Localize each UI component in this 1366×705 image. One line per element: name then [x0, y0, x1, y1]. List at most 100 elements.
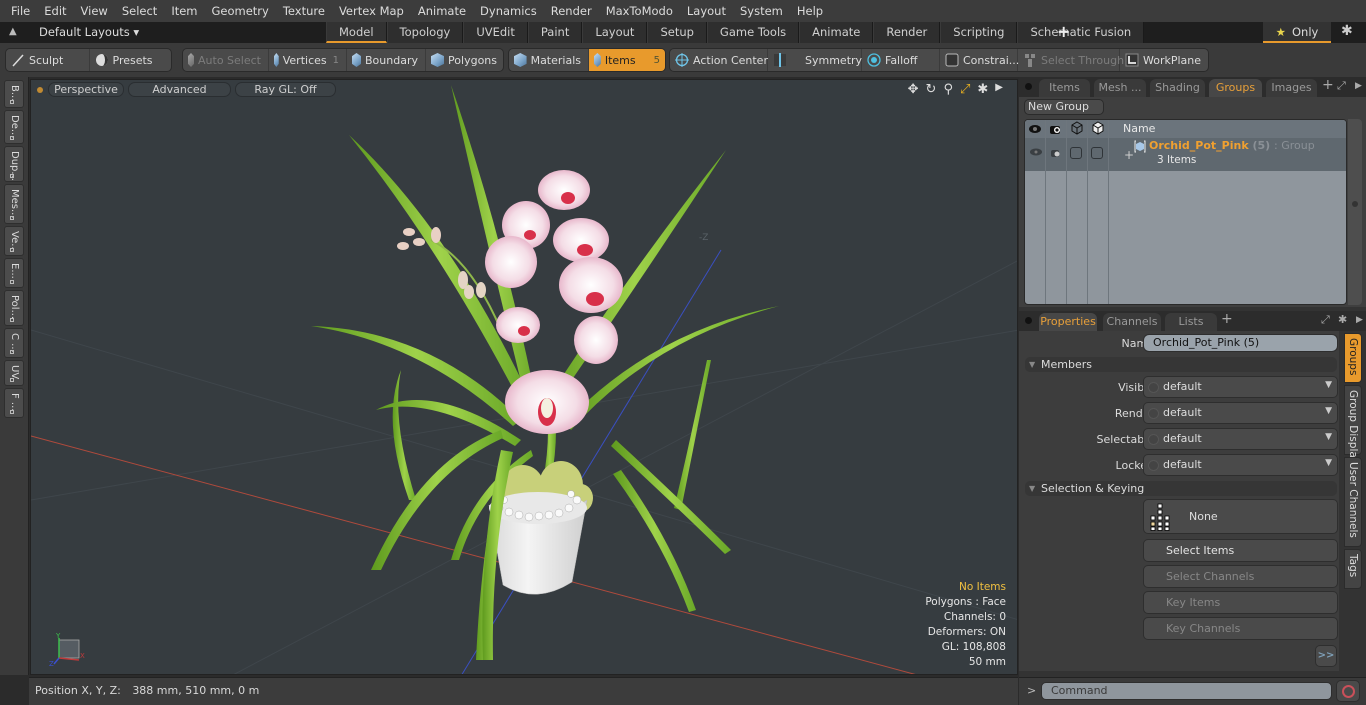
sculpt-button[interactable]: Sculpt	[6, 49, 90, 71]
side-tab-user-channels[interactable]: User Channels	[1344, 457, 1362, 547]
menu-texture[interactable]: Texture	[276, 0, 332, 22]
menu-help[interactable]: Help	[790, 0, 830, 22]
items-button[interactable]: Items 5	[589, 49, 665, 71]
row-render-camera-icon[interactable]	[1050, 147, 1062, 159]
row-selectable-checkbox[interactable]	[1070, 147, 1082, 159]
rotate-icon[interactable]: ↻	[926, 82, 937, 97]
left-tab-mesh-edit[interactable]: Mes...	[4, 184, 24, 224]
side-tab-groups[interactable]: Groups	[1344, 333, 1362, 383]
add-layout-tab-button[interactable]: +	[1057, 22, 1070, 42]
boundary-button[interactable]: Boundary	[347, 49, 426, 71]
left-tab-polygon[interactable]: Pol...	[4, 290, 24, 326]
falloff-button[interactable]: Falloff	[862, 49, 940, 71]
menu-system[interactable]: System	[733, 0, 790, 22]
action-center-button[interactable]: Action Center	[670, 49, 768, 71]
left-tab-deform[interactable]: De...	[4, 110, 24, 144]
row-locked-checkbox[interactable]	[1091, 147, 1103, 159]
visibility-eye-icon[interactable]	[1025, 121, 1045, 137]
menu-animate[interactable]: Animate	[411, 0, 473, 22]
left-tab-edge[interactable]: E...	[4, 258, 24, 288]
tab-groups[interactable]: Groups	[1209, 79, 1262, 97]
select-channels-button[interactable]: Select Channels	[1143, 565, 1338, 588]
more-options-button[interactable]: >>	[1315, 645, 1337, 667]
tab-topology[interactable]: Topology	[386, 22, 464, 43]
symmetry-button[interactable]: Symmetry	[768, 49, 862, 71]
tab-uvedit[interactable]: UVEdit	[463, 22, 528, 43]
workplane-button[interactable]: WorkPlane	[1120, 49, 1208, 71]
tab-game-tools[interactable]: Game Tools	[706, 22, 800, 43]
viewport-settings-gear-icon[interactable]: ✱	[977, 82, 988, 97]
vertices-button[interactable]: Vertices 1	[269, 49, 347, 71]
viewport-more-arrow-icon[interactable]: ▶	[995, 82, 1003, 97]
none-hierarchy-button[interactable]: None	[1143, 499, 1338, 534]
default-layouts-dropdown[interactable]: Default Layouts ▾	[39, 22, 139, 43]
column-header-name[interactable]: Name	[1123, 122, 1155, 135]
menu-edit[interactable]: Edit	[37, 0, 73, 22]
tab-lists[interactable]: Lists	[1165, 313, 1217, 331]
tab-animate[interactable]: Animate	[799, 22, 874, 43]
constraints-button[interactable]: Constrai...	[940, 49, 1019, 71]
tab-render[interactable]: Render	[873, 22, 941, 43]
locked-cube-icon[interactable]	[1088, 121, 1108, 137]
add-panel-tab-button[interactable]: +	[1322, 77, 1334, 93]
tab-mesh[interactable]: Mesh ...	[1094, 79, 1146, 97]
view-mode-dropdown[interactable]: Perspective	[48, 82, 124, 97]
record-macro-button[interactable]	[1336, 680, 1360, 702]
properties-gear-icon[interactable]: ✱	[1338, 313, 1347, 326]
left-tab-curve[interactable]: C ...	[4, 328, 24, 358]
expand-group-icon[interactable]: +	[1124, 148, 1134, 162]
tab-paint[interactable]: Paint	[527, 22, 583, 43]
group-name[interactable]: Orchid_Pot_Pink (5) : Group	[1149, 139, 1315, 152]
tab-shading[interactable]: Shading	[1150, 79, 1205, 97]
render-camera-icon[interactable]	[1046, 121, 1066, 137]
key-channels-button[interactable]: Key Channels	[1143, 617, 1338, 640]
side-tab-group-display[interactable]: Group Display	[1344, 385, 1362, 464]
properties-options-dot[interactable]	[1025, 317, 1032, 324]
left-tab-vertex[interactable]: Ve...	[4, 226, 24, 256]
expand-panel-icon[interactable]: ⤢	[1337, 79, 1346, 93]
maximize-viewport-icon[interactable]: ⤢	[960, 82, 970, 97]
new-group-button[interactable]: New Group	[1024, 99, 1104, 115]
locked-dropdown[interactable]: default ▼	[1143, 454, 1338, 476]
tab-schematic-fusion[interactable]: Schematic Fusion	[1017, 22, 1145, 43]
tab-layout[interactable]: Layout	[582, 22, 648, 43]
left-tab-basic[interactable]: B...	[4, 80, 24, 108]
auto-select-button[interactable]: Auto Select	[183, 49, 269, 71]
selection-keying-section-header[interactable]: Selection & Keying	[1025, 481, 1337, 496]
visible-dropdown[interactable]: default ▼	[1143, 376, 1338, 398]
panel-more-arrow-icon[interactable]: ▶	[1355, 81, 1362, 91]
menu-select[interactable]: Select	[115, 0, 164, 22]
menu-view[interactable]: View	[74, 0, 115, 22]
left-tab-uv[interactable]: UV	[4, 360, 24, 386]
presets-button[interactable]: Presets	[90, 49, 172, 71]
tab-setup[interactable]: Setup	[647, 22, 707, 43]
polygons-button[interactable]: Polygons	[426, 49, 503, 71]
tab-channels[interactable]: Channels	[1103, 313, 1161, 331]
select-items-button[interactable]: Select Items	[1143, 539, 1338, 562]
raygl-toggle[interactable]: Ray GL: Off	[235, 82, 336, 97]
3d-viewport[interactable]: -Z Perspective Advanced Ray GL: Off ✥ ↻ …	[30, 79, 1018, 675]
menu-dynamics[interactable]: Dynamics	[473, 0, 544, 22]
menu-render[interactable]: Render	[544, 0, 599, 22]
collapse-up-icon[interactable]: ▲	[9, 26, 21, 38]
left-tab-duplicate[interactable]: Dup...	[4, 146, 24, 182]
tab-images[interactable]: Images	[1266, 79, 1317, 97]
side-tab-tags[interactable]: Tags	[1344, 549, 1362, 589]
members-section-header[interactable]: Members	[1025, 357, 1337, 372]
menu-file[interactable]: File	[4, 0, 37, 22]
key-items-button[interactable]: Key Items	[1143, 591, 1338, 614]
zoom-magnifier-icon[interactable]: ⚲	[943, 82, 953, 97]
menu-layout[interactable]: Layout	[680, 0, 733, 22]
menu-item[interactable]: Item	[164, 0, 204, 22]
selectable-dropdown[interactable]: default ▼	[1143, 428, 1338, 450]
add-properties-tab-button[interactable]: +	[1221, 311, 1233, 327]
groups-scrollbar[interactable]	[1348, 119, 1362, 305]
properties-more-arrow-icon[interactable]: ▶	[1356, 315, 1363, 325]
layout-settings-gear-icon[interactable]: ✱	[1341, 23, 1353, 39]
menu-maxtomodo[interactable]: MaxToModo	[599, 0, 680, 22]
pan-move-icon[interactable]: ✥	[908, 82, 919, 97]
command-input[interactable]: Command	[1041, 682, 1332, 700]
tab-scripting[interactable]: Scripting	[940, 22, 1018, 43]
shading-mode-dropdown[interactable]: Advanced	[128, 82, 231, 97]
panel-options-dot[interactable]	[1025, 83, 1032, 90]
